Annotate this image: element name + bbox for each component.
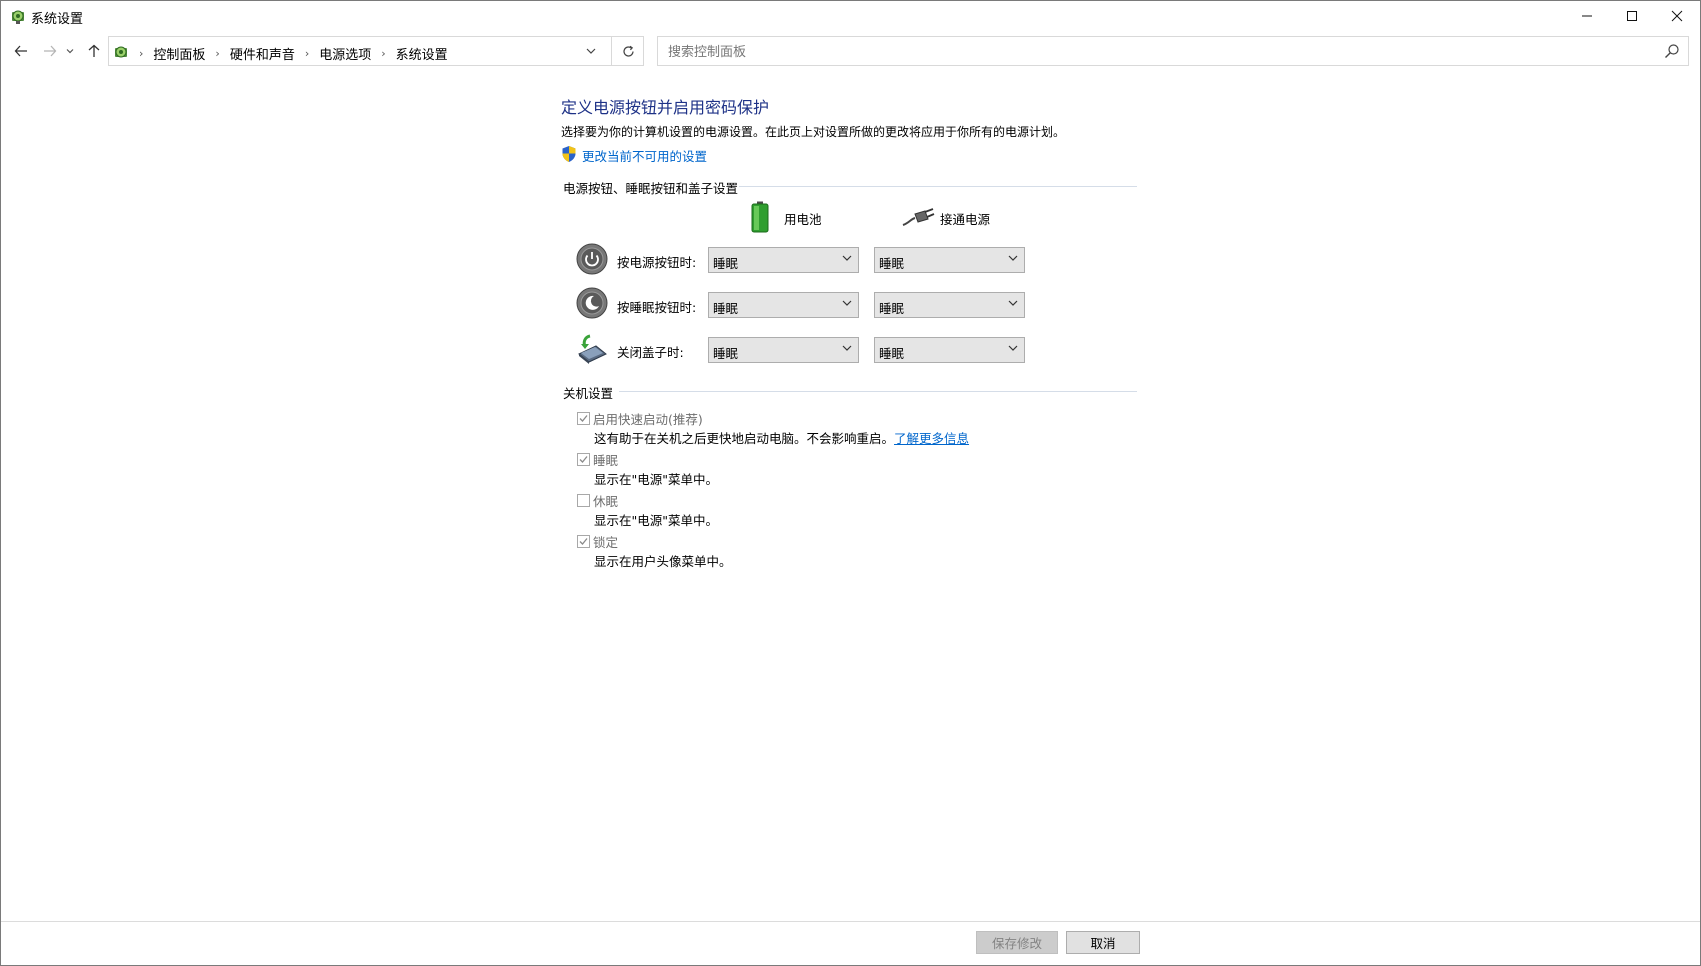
- save-changes-button[interactable]: 保存修改: [976, 931, 1058, 954]
- learn-more-link[interactable]: 了解更多信息: [894, 431, 969, 446]
- breadcrumb-hardware-sound[interactable]: 硬件和声音: [224, 44, 301, 63]
- select-value: 睡眠: [879, 346, 905, 361]
- power-button-plugged-select[interactable]: 睡眠: [874, 247, 1025, 273]
- select-value: 睡眠: [713, 346, 739, 361]
- system-settings-icon: [12, 10, 24, 24]
- control-panel-window: 系统设置 › 控制面板 › 硬件和声音 › 电源选项 › 系统设置 搜索控制面板…: [0, 0, 1701, 966]
- sleep-description: 显示在"电源"菜单中。: [594, 472, 718, 487]
- plugged-in-column-header: 接通电源: [940, 212, 991, 227]
- minimize-button[interactable]: [1564, 1, 1610, 31]
- chevron-down-icon: [1008, 300, 1018, 306]
- breadcrumb: › 控制面板 › 硬件和声音 › 电源选项 › 系统设置: [135, 44, 454, 63]
- address-bar[interactable]: › 控制面板 › 硬件和声音 › 电源选项 › 系统设置: [108, 36, 644, 66]
- power-button-icon: [576, 243, 608, 275]
- chevron-down-icon: [66, 49, 74, 54]
- power-button-label: 按电源按钮时:: [617, 255, 697, 270]
- sleep-button-plugged-select[interactable]: 睡眠: [874, 292, 1025, 318]
- breadcrumb-power-options[interactable]: 电源选项: [313, 44, 377, 63]
- hibernate-checkbox[interactable]: [577, 494, 590, 507]
- shutdown-section-title: 关机设置: [563, 386, 614, 401]
- search-input[interactable]: [666, 41, 1650, 63]
- page-description: 选择要为你的计算机设置的电源设置。在此页上对设置所做的更改将应用于你所有的电源计…: [561, 125, 1066, 139]
- lid-plugged-select[interactable]: 睡眠: [874, 337, 1025, 363]
- chevron-down-icon: [586, 48, 596, 54]
- select-value: 睡眠: [879, 256, 905, 271]
- fast-startup-desc-text: 这有助于在关机之后更快地启动电脑。不会影响重启。: [594, 431, 895, 446]
- sleep-button-battery-select[interactable]: 睡眠: [708, 292, 859, 318]
- buttons-section-title: 电源按钮、睡眠按钮和盖子设置: [563, 181, 739, 196]
- select-value: 睡眠: [713, 256, 739, 271]
- page-title: 定义电源按钮并启用密码保护: [561, 98, 770, 117]
- arrow-up-icon: [88, 44, 100, 57]
- sleep-button-label: 按睡眠按钮时:: [617, 300, 697, 315]
- recent-locations-button[interactable]: [63, 39, 77, 63]
- checkmark-icon: [579, 456, 588, 463]
- forward-button[interactable]: [39, 39, 61, 63]
- refresh-button[interactable]: [611, 37, 644, 65]
- close-button[interactable]: [1654, 1, 1700, 31]
- up-button[interactable]: [83, 39, 105, 63]
- cancel-button[interactable]: 取消: [1066, 931, 1140, 954]
- battery-icon: [751, 201, 769, 233]
- lock-checkbox[interactable]: [577, 535, 590, 548]
- address-dropdown-button[interactable]: [580, 41, 602, 61]
- lid-label: 关闭盖子时:: [617, 345, 684, 360]
- lock-label: 锁定: [593, 535, 619, 550]
- power-button-battery-select[interactable]: 睡眠: [708, 247, 859, 273]
- arrow-right-icon: [44, 45, 57, 57]
- sleep-checkbox[interactable]: [577, 453, 590, 466]
- sleep-button-icon: [576, 287, 608, 319]
- chevron-right-icon: ›: [381, 47, 386, 60]
- checkmark-icon: [579, 415, 588, 422]
- fast-startup-label: 启用快速启动(推荐): [593, 412, 703, 427]
- minimize-icon: [1582, 15, 1592, 17]
- section-divider: [619, 391, 1137, 392]
- chevron-down-icon: [842, 345, 852, 351]
- fast-startup-checkbox[interactable]: [577, 412, 590, 425]
- chevron-right-icon: ›: [215, 47, 220, 60]
- window-title: 系统设置: [31, 12, 84, 27]
- lid-battery-select[interactable]: 睡眠: [708, 337, 859, 363]
- change-unavailable-settings-link[interactable]: 更改当前不可用的设置: [582, 146, 707, 165]
- breadcrumb-control-panel[interactable]: 控制面板: [147, 44, 211, 63]
- maximize-icon: [1627, 11, 1637, 21]
- chevron-right-icon: ›: [139, 47, 144, 60]
- laptop-lid-icon: [578, 334, 607, 364]
- arrow-left-icon: [14, 45, 27, 57]
- section-divider: [739, 186, 1137, 187]
- title-bar: 系统设置: [1, 1, 1700, 31]
- select-value: 睡眠: [879, 301, 905, 316]
- sleep-label: 睡眠: [593, 453, 619, 468]
- shield-icon: [562, 146, 576, 162]
- search-box: [657, 36, 1689, 66]
- search-icon[interactable]: [1664, 43, 1680, 59]
- close-icon: [1671, 10, 1683, 22]
- footer-divider: [1, 921, 1700, 922]
- chevron-down-icon: [842, 255, 852, 261]
- control-panel-icon: [115, 46, 127, 58]
- refresh-icon: [622, 45, 634, 57]
- breadcrumb-system-settings[interactable]: 系统设置: [390, 44, 454, 63]
- checkmark-icon: [579, 538, 588, 545]
- lock-description: 显示在用户头像菜单中。: [594, 554, 732, 569]
- chevron-down-icon: [1008, 345, 1018, 351]
- plug-icon: [902, 208, 935, 226]
- chevron-down-icon: [842, 300, 852, 306]
- hibernate-label: 休眠: [593, 494, 619, 509]
- maximize-button[interactable]: [1609, 1, 1655, 31]
- back-button[interactable]: [10, 39, 32, 63]
- battery-column-header: 用电池: [784, 212, 822, 227]
- chevron-right-icon: ›: [304, 47, 310, 60]
- hibernate-description: 显示在"电源"菜单中。: [594, 513, 718, 528]
- fast-startup-description: 这有助于在关机之后更快地启动电脑。不会影响重启。了解更多信息: [594, 428, 969, 447]
- select-value: 睡眠: [713, 301, 739, 316]
- chevron-down-icon: [1008, 255, 1018, 261]
